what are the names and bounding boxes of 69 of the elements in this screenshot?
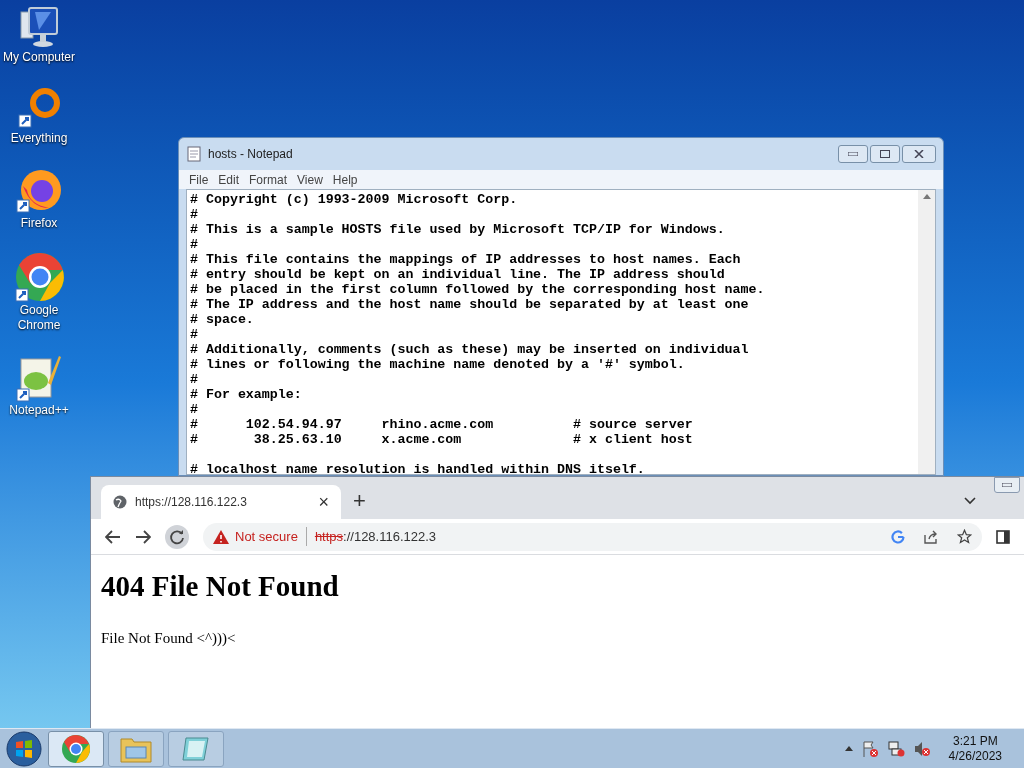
start-orb-icon[interactable] [4,730,44,767]
address-bar[interactable]: Not secure https://128.116.122.3 [203,522,982,551]
notepad-icon [186,146,202,162]
menu-item[interactable]: Format [246,170,291,189]
minimize-icon [848,152,858,156]
menu-item[interactable]: View [294,170,326,189]
tab-close-button[interactable]: × [318,493,329,511]
text-line: # [190,207,198,222]
text-line: # be placed in the first column followed by the corresponding host name. [190,282,765,297]
close-icon [914,150,924,158]
back-arrow-icon[interactable] [105,529,121,544]
magnifier-ring-icon [17,87,61,131]
text-line: # [190,372,198,387]
maximize-icon [880,150,890,158]
text-line: # Copyright (c) 1993-2009 Microsoft Corp. [190,192,518,207]
security-status[interactable]: Not secure [235,526,307,547]
notepad-chameleon-icon [15,355,63,403]
chrome-logo-icon [14,253,64,303]
minimize-icon [1002,483,1012,487]
desktop-icon-label[interactable]: My Computer [0,50,78,65]
menu-item[interactable]: Edit [215,170,243,189]
desktop-icon-label[interactable]: Notepad++ [0,403,78,418]
text-line: # [190,402,198,417]
page-text: File Not Found <^)))< [101,628,236,648]
desktop-icon-label[interactable]: Everything [0,131,78,146]
chrome-logo-icon [61,733,91,764]
text-line: # 38.25.63.10 x.acme.com # x client host [190,432,693,447]
chevron-down-icon[interactable] [964,497,976,505]
text-line: # For example: [190,387,302,402]
text-line: # localhost name resolution is handled within DNS itself. [190,462,645,474]
menu-item[interactable]: File [186,170,212,189]
forward-arrow-icon[interactable] [135,529,151,544]
clock-time[interactable]: 3:21 PM [952,733,998,749]
share-icon[interactable] [923,529,939,544]
star-icon[interactable] [957,529,972,544]
text-line: # This is a sample HOSTS file used by Microsoft TCP/IP for Windows. [190,222,725,237]
text-line: # 102.54.94.97 rhino.acme.com # source server [190,417,693,432]
menu-item[interactable]: Help [329,170,361,189]
fox-globe-icon [15,168,63,216]
network-error-icon[interactable] [886,739,905,758]
tab-title: https://128.116.122.3 [135,494,247,511]
text-line: # This file contains the mappings of IP addresses to host names. Each [190,252,741,267]
close-button[interactable] [902,145,936,163]
desktop-icon-label[interactable]: Firefox [0,216,78,231]
new-tab-button[interactable]: + [353,490,366,512]
text-line: # [190,237,198,252]
warning-icon [213,529,229,544]
maximize-button[interactable] [870,145,900,163]
text-line: # Additionally, comments (such as these) may be inserted on individual [190,342,749,357]
scroll-up-icon [922,194,931,199]
text-line: # space. [190,312,254,327]
clock-date[interactable]: 4/26/2023 [948,748,1002,764]
url-text: https://128.116.122.3 [313,527,437,546]
side-panel-icon[interactable] [996,529,1010,544]
flag-error-icon[interactable] [860,739,879,758]
desktop-icon-label[interactable]: Google Chrome [0,303,78,333]
text-line: # The IP address and the host name should be separated by at least one [190,297,749,312]
computer-icon [17,6,61,50]
reload-icon[interactable] [165,524,189,549]
window-title: hosts - Notepad [208,146,293,163]
google-logo-icon[interactable] [891,529,905,544]
text-line: # entry should be kept on an individual line. The IP address should [190,267,725,282]
browser-tab[interactable]: https://128.116.122.3 × [101,485,341,519]
page-heading: 404 File Not Found [101,569,339,604]
text-line: # lines or following the machine name denoted by a '#' symbol. [190,357,685,372]
taskbar-button[interactable] [48,730,104,767]
notepad-icon [181,734,211,763]
caret-up-icon[interactable] [844,746,853,751]
text-line: # [190,327,198,342]
